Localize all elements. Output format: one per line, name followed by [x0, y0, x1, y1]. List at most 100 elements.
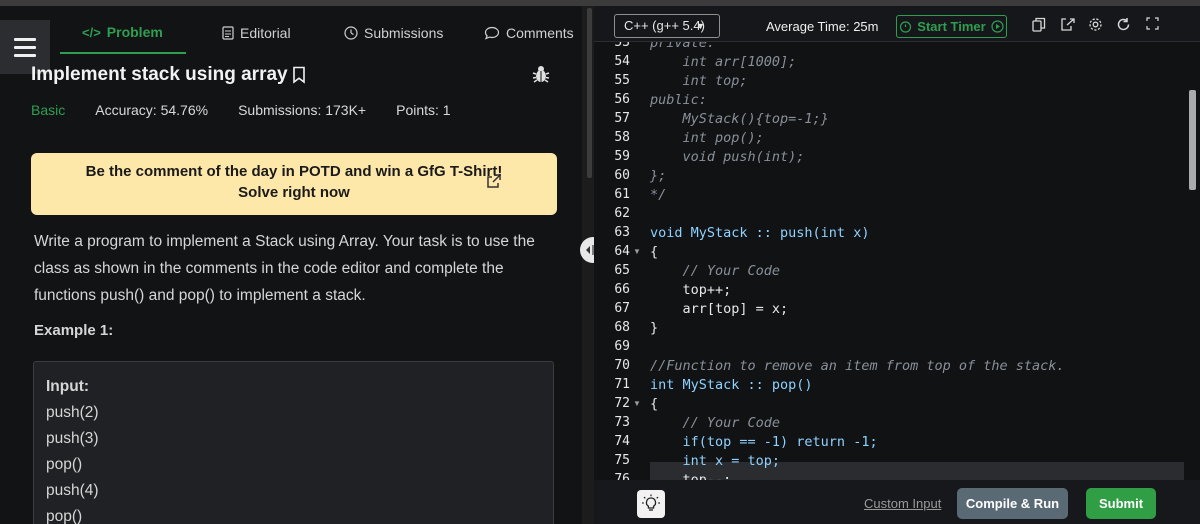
problem-title: Implement stack using array: [31, 64, 306, 86]
code-line: */: [650, 187, 667, 203]
code-line: // Your Code: [650, 415, 781, 431]
example-line: pop(): [46, 456, 83, 473]
fold-toggle-icon[interactable]: ▼: [633, 399, 641, 408]
submit-button[interactable]: Submit: [1086, 488, 1156, 519]
line-number: 68: [614, 320, 630, 335]
banner-line-2: Solve right now: [238, 184, 350, 201]
editor-scrollbar[interactable]: [1189, 90, 1196, 190]
start-timer-button[interactable]: Start Timer: [896, 15, 1007, 38]
code-line: private:: [650, 42, 716, 51]
accuracy-stat: Accuracy: 54.76%: [95, 102, 209, 118]
problem-tabs: </> Problem Editorial Submissions Commen…: [60, 12, 582, 54]
code-line: int top;: [650, 73, 748, 89]
problem-title-text: Implement stack using array: [31, 64, 288, 85]
bug-report-icon[interactable]: [531, 64, 551, 84]
editor-footer: Custom Input Compile & Run Submit: [594, 480, 1200, 524]
tab-comments[interactable]: Comments: [448, 12, 582, 54]
code-line: void MyStack :: push(int x): [650, 225, 870, 241]
bookmark-icon[interactable]: [292, 66, 306, 84]
tab-label: Comments: [506, 25, 574, 41]
line-number: 73: [614, 415, 630, 430]
line-gutter: 53 54 55 56 57 58 59 60 61 62 63 64 65 6…: [594, 42, 644, 480]
line-number: 67: [614, 301, 630, 316]
line-number: 57: [614, 111, 630, 126]
problem-scrollbar[interactable]: [587, 8, 592, 178]
reset-icon[interactable]: [1116, 17, 1131, 32]
menu-icon-bar: [14, 37, 36, 41]
line-number: 54: [614, 54, 630, 69]
clock-icon: [344, 26, 358, 40]
problem-description: Write a program to implement a Stack usi…: [34, 233, 535, 304]
line-number: 66: [614, 282, 630, 297]
document-icon: [222, 26, 234, 40]
line-number: 75: [614, 453, 630, 468]
hint-button[interactable]: [637, 490, 665, 518]
code-line: int arr[1000];: [650, 54, 797, 70]
line-number: 72: [614, 396, 630, 411]
line-number: 60: [614, 168, 630, 183]
example-title: Example 1:: [34, 322, 114, 339]
line-number: 71: [614, 377, 630, 392]
tab-label: Editorial: [240, 25, 291, 41]
code-line: //Function to remove an item from top of…: [650, 358, 1065, 374]
line-number: 56: [614, 92, 630, 107]
example-line: push(4): [46, 482, 99, 499]
settings-gear-icon[interactable]: [1088, 17, 1103, 32]
chevron-down-icon: ▼: [696, 21, 705, 31]
menu-icon-bar: [14, 53, 36, 57]
fold-toggle-icon[interactable]: ▼: [633, 247, 641, 256]
submissions-stat: Submissions: 173K+: [238, 102, 367, 118]
code-line: {: [650, 396, 659, 412]
share-icon[interactable]: [1060, 17, 1075, 32]
line-number: 58: [614, 130, 630, 145]
example-line: pop(): [46, 508, 83, 524]
code-line: arr[top] = x;: [650, 301, 789, 317]
line-number: 74: [614, 434, 630, 449]
code-editor[interactable]: 53 54 55 56 57 58 59 60 61 62 63 64 65 6…: [594, 42, 1200, 480]
line-number: 55: [614, 73, 630, 88]
difficulty-badge: Basic: [31, 102, 66, 118]
copy-icon[interactable]: [1032, 17, 1046, 32]
average-time: Average Time: 25m: [766, 19, 879, 34]
code-line: int pop();: [650, 130, 764, 146]
external-link-icon: [487, 174, 501, 188]
line-number: 64: [614, 244, 630, 259]
editor-toolbar: C++ (g++ 5.4) ▼ Average Time: 25m Start …: [594, 6, 1200, 42]
code-icon: </>: [82, 24, 101, 40]
code-line: int MyStack :: pop(): [650, 377, 813, 393]
tab-label: Problem: [106, 24, 163, 40]
code-line: }: [650, 320, 659, 336]
language-select[interactable]: C++ (g++ 5.4) ▼: [614, 14, 720, 38]
line-number: 59: [614, 149, 630, 164]
problem-meta: Basic Accuracy: 54.76% Submissions: 173K…: [31, 102, 481, 118]
line-number: 69: [614, 339, 630, 354]
play-icon: [991, 20, 1004, 33]
example-line: push(3): [46, 430, 99, 447]
line-number: 61: [614, 187, 630, 202]
chat-icon: [484, 26, 500, 40]
tab-submissions[interactable]: Submissions: [310, 12, 448, 54]
tab-problem[interactable]: </> Problem: [60, 12, 186, 54]
code-line: {: [650, 244, 659, 260]
example-line: push(2): [46, 404, 99, 421]
code-line: void push(int);: [650, 149, 805, 165]
menu-icon-bar: [14, 45, 36, 49]
lightbulb-icon: [642, 494, 660, 511]
banner-line-1: Be the comment of the day in POTD and wi…: [85, 163, 503, 180]
line-number: 76: [614, 472, 630, 480]
tab-editorial[interactable]: Editorial: [186, 12, 310, 54]
potd-banner[interactable]: Be the comment of the day in POTD and wi…: [31, 153, 557, 215]
code-line: MyStack(){top=-1;}: [650, 111, 829, 127]
code-line: top++;: [650, 282, 732, 298]
code-line: };: [650, 168, 667, 184]
line-number: 65: [614, 263, 630, 278]
line-number: 63: [614, 225, 630, 240]
line-number: 62: [614, 206, 630, 221]
code-line: public:: [650, 92, 707, 108]
custom-input-link[interactable]: Custom Input: [864, 496, 941, 511]
code-line: // Your Code: [650, 263, 781, 279]
problem-pane: </> Problem Editorial Submissions Commen…: [0, 6, 582, 524]
fullscreen-icon[interactable]: [1146, 17, 1159, 30]
compile-run-button[interactable]: Compile & Run: [957, 488, 1068, 519]
code-lines: private: int arr[1000]; int top; public:…: [650, 42, 1190, 480]
